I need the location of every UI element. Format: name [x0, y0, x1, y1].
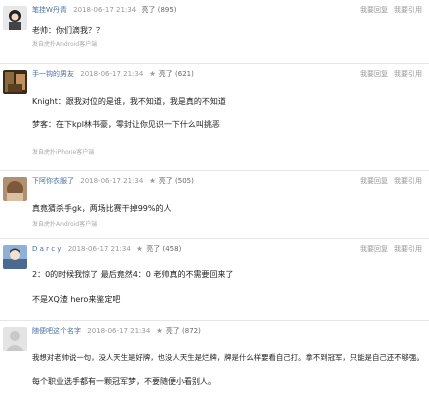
comment-item: 下阿你衣服了 2018-06-17 21:34 亮了 (505) 我要回复 我要引… [0, 171, 429, 239]
device-info: 发自虎扑Android客户端 [32, 41, 98, 48]
like-count: (895) [157, 6, 177, 14]
username-link[interactable]: 笔挂W丹青 [32, 6, 67, 14]
like-count: (621) [175, 70, 194, 78]
comment-item: 手一钩的男友 2018-06-17 21:34 亮了 (621) 我要回复 我要引… [0, 64, 429, 171]
quote-button[interactable]: 我要引用 [394, 245, 422, 253]
like-button[interactable]: 亮了 (895) [141, 6, 176, 14]
quote-button[interactable]: 我要引用 [394, 177, 422, 185]
reply-button[interactable]: 我要回复 [360, 70, 388, 78]
timestamp: 2018-06-17 21:34 [80, 177, 144, 185]
like-label: 亮了 [141, 6, 156, 14]
reply-button[interactable]: 我要回复 [360, 245, 388, 253]
timestamp: 2018-06-17 21:34 [67, 245, 131, 253]
like-button[interactable]: 亮了 (872) [166, 327, 201, 335]
avatar[interactable] [3, 6, 27, 30]
username-link[interactable]: 手一钩的男友 [32, 70, 74, 78]
comment-text: 不是XQ渣 hero来鉴定吧 [32, 295, 121, 304]
reply-button[interactable]: 我要回复 [360, 6, 388, 14]
like-label: 亮了 [165, 327, 180, 335]
comment-actions: 我要回复 我要引用 [354, 5, 422, 15]
like-count: (872) [182, 327, 201, 335]
timestamp: 2018-06-17 21:34 [73, 6, 137, 14]
comment-actions: 我要回复 我要引用 [354, 69, 422, 79]
quote-button[interactable]: 我要引用 [394, 6, 422, 14]
like-label: 亮了 [158, 177, 173, 185]
light-icon [149, 70, 155, 77]
like-button[interactable]: 亮了 (621) [159, 70, 194, 78]
comment-text: 我想对老帅说一句，没人天生是好牌，也没人天生是烂牌，牌是什么样要看自己打。拿不到… [32, 353, 424, 362]
quote-button[interactable]: 我要引用 [394, 70, 422, 78]
comment-text: 老帅：你们滴我？？ [32, 26, 104, 35]
reply-button[interactable]: 我要回复 [360, 177, 388, 185]
like-label: 亮了 [146, 245, 161, 253]
comment-meta: 手一钩的男友 2018-06-17 21:34 亮了 (621) [32, 69, 194, 79]
light-icon [136, 245, 143, 252]
username-link[interactable]: 下阿你衣服了 [32, 177, 74, 185]
comment-text: Knight：跟我对位的是谁，我不知道，我是真的不知道 [32, 97, 226, 106]
username-link[interactable]: D a r c y [32, 245, 61, 253]
comment-meta: 下阿你衣服了 2018-06-17 21:34 亮了 (505) [32, 176, 194, 186]
avatar[interactable] [3, 70, 27, 94]
timestamp: 2018-06-17 21:34 [87, 327, 151, 335]
light-icon [149, 177, 155, 184]
timestamp: 2018-06-17 21:34 [80, 70, 144, 78]
device-info: 发自虎扑iPhone客户端 [32, 149, 95, 156]
comment-meta: 笔挂W丹青 2018-06-17 21:34 亮了 (895) [32, 5, 177, 15]
device-info: 发自虎扑Android客户端 [32, 221, 98, 228]
username-link[interactable]: 随便吧这个名字 [32, 327, 81, 335]
avatar[interactable] [3, 327, 27, 351]
like-label: 亮了 [158, 70, 173, 78]
avatar[interactable] [3, 245, 27, 269]
avatar[interactable] [3, 177, 27, 201]
comment-item: 随便吧这个名字 2018-06-17 21:34 亮了 (872) 我想对老帅说… [0, 321, 429, 400]
like-count: (458) [162, 245, 182, 253]
comment-meta: 随便吧这个名字 2018-06-17 21:34 亮了 (872) [32, 326, 201, 336]
comment-item: 笔挂W丹青 2018-06-17 21:34 亮了 (895) 我要回复 我要引用… [0, 0, 429, 64]
comment-actions: 我要回复 我要引用 [354, 176, 422, 186]
comment-text: 2：0的时候我惊了 最后竟然4：0 老帅真的不需要回来了 [32, 270, 234, 279]
comment-text: 梦客：在下kpl林书豪，零封让你见识一下什么叫挑恶 [32, 120, 220, 129]
comment-item: D a r c y 2018-06-17 21:34 亮了 (458) 我要回复… [0, 239, 429, 321]
like-count: (505) [175, 177, 194, 185]
comment-meta: D a r c y 2018-06-17 21:34 亮了 (458) [32, 244, 181, 254]
like-button[interactable]: 亮了 (458) [146, 245, 181, 253]
comment-actions: 我要回复 我要引用 [354, 244, 422, 254]
comment-text: 真竟猜杀手gk，两场比赛干掉99%的人 [32, 204, 172, 213]
like-button[interactable]: 亮了 (505) [159, 177, 194, 185]
comment-text: 每个职业选手都有一颗冠军梦，不要随便小看别人。 [32, 377, 216, 386]
light-icon [156, 327, 162, 334]
